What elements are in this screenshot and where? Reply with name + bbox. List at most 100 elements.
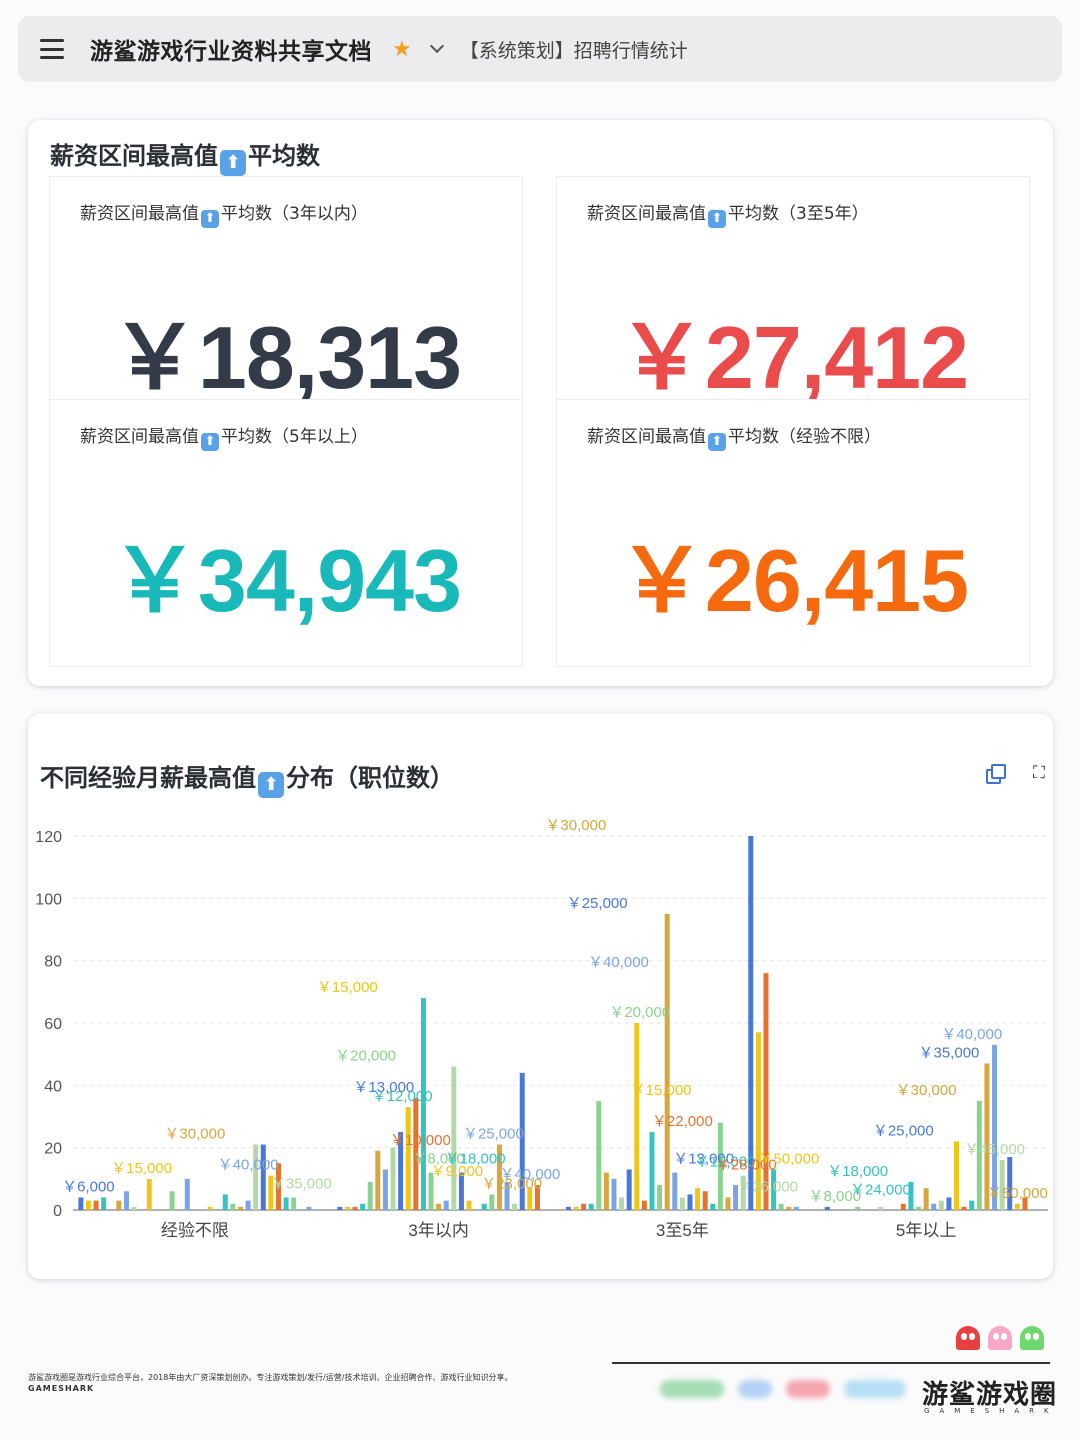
data-label: ￥40,000: [499, 1166, 560, 1183]
data-label: ￥12,000: [372, 1088, 433, 1105]
bar: [116, 1200, 122, 1210]
up-arrow-icon: ⬆: [201, 210, 219, 228]
bar: [763, 973, 769, 1210]
y-tick-label: 0: [53, 1203, 62, 1220]
bar: [283, 1197, 289, 1210]
bar: [664, 913, 670, 1210]
bar: [961, 1206, 967, 1210]
y-tick-label: 20: [44, 1141, 62, 1158]
kpi-label: 薪资区间最高值 ⬆ 平均数（3年以内）: [80, 204, 368, 228]
bar: [146, 1178, 152, 1210]
footer-divider: [612, 1362, 1050, 1364]
bar: [710, 1203, 716, 1210]
bar: [78, 1197, 84, 1210]
kpi-label: 薪资区间最高值 ⬆ 平均数（经验不限）: [587, 427, 881, 451]
bar: [85, 1200, 91, 1210]
data-label: ￥18,000: [827, 1163, 888, 1180]
bar: [436, 1203, 442, 1210]
hamburger-menu-icon[interactable]: [40, 39, 64, 59]
y-tick-label: 100: [35, 891, 62, 908]
data-label: ￥24,000: [850, 1182, 911, 1199]
data-label: ￥40,000: [218, 1157, 279, 1174]
partner-logo: [844, 1380, 906, 1398]
kpi-title-suffix: 平均数: [248, 142, 320, 170]
kpi-value: ￥26,415: [617, 531, 969, 630]
up-arrow-icon: ⬆: [708, 433, 726, 451]
data-label: ￥40,000: [941, 1026, 1002, 1043]
data-label: ￥50,000: [758, 1150, 819, 1167]
data-label: ￥15,000: [111, 1160, 172, 1177]
brand-logo: 游鲨游戏圈: [922, 1380, 1058, 1410]
data-label: ￥10,000: [390, 1132, 451, 1149]
bar: [641, 1200, 647, 1210]
data-label: ￥20,000: [335, 1048, 396, 1065]
ghost-mascots: [956, 1326, 1044, 1350]
bar: [900, 1203, 906, 1210]
data-label: ￥30,000: [164, 1126, 225, 1143]
partner-logo: [660, 1380, 724, 1398]
bar: [390, 1147, 396, 1210]
data-label: ￥35,000: [919, 1045, 980, 1062]
data-label: ￥45,000: [964, 1141, 1025, 1158]
x-category-label: 5年以上: [896, 1221, 956, 1240]
bar: [565, 1206, 571, 1210]
bar: [230, 1203, 236, 1210]
kpi-panel-title: 薪资区间最高值 ⬆ 平均数: [50, 136, 320, 176]
ghost-icon: [1020, 1326, 1044, 1350]
bar: [778, 1203, 784, 1210]
kpi-card-over-5-years: 薪资区间最高值 ⬆ 平均数（5年以上） ￥34,943: [49, 399, 523, 667]
kpi-value: ￥34,943: [110, 531, 462, 630]
bar: [306, 1206, 312, 1210]
bar: [260, 1144, 266, 1210]
bar: [253, 1144, 259, 1210]
bar: [337, 1206, 343, 1210]
up-arrow-icon: ⬆: [201, 433, 219, 451]
kpi-value: ￥27,412: [617, 308, 969, 407]
star-favorite-icon[interactable]: ★: [392, 37, 412, 62]
kpi-title-text: 薪资区间最高值: [50, 142, 218, 170]
bar: [878, 1206, 884, 1210]
bar: [489, 1194, 495, 1210]
partner-logo: [786, 1380, 830, 1398]
chevron-down-icon[interactable]: [429, 38, 444, 54]
bar: [855, 1206, 861, 1210]
bar: [931, 1203, 937, 1210]
bar: [626, 1169, 632, 1210]
top-bar: 游鲨游戏行业资料共享文档 ★ 【系统策划】招聘行情统计: [18, 16, 1062, 82]
bar: [946, 1197, 952, 1210]
bar: [969, 1200, 975, 1210]
bar-chart: 0 20 40 60 80 100 120 经验不限 3年以内 3至5年 5年以上 ￥6,000 ￥15…: [35, 817, 1048, 1240]
footer-description-text: 游鲨游戏圈是游戏行业综合平台，2018年由大厂资深策划创办。专注游戏策划/发行/…: [28, 1373, 513, 1382]
breadcrumb[interactable]: 【系统策划】招聘行情统计: [460, 36, 688, 63]
bar: [512, 1203, 518, 1210]
data-label: ￥30,000: [545, 817, 606, 834]
bar: [679, 1197, 685, 1210]
bar: [634, 1023, 640, 1210]
bar: [581, 1203, 587, 1210]
data-label: ￥15,000: [317, 979, 378, 996]
data-label: ￥40,000: [588, 954, 649, 971]
bar: [344, 1206, 350, 1210]
bar: [916, 1206, 922, 1210]
bar: [451, 1066, 457, 1210]
data-label: ￥26,000: [737, 1179, 798, 1196]
bar: [352, 1206, 358, 1210]
footer-description: 游鲨游戏圈是游戏行业综合平台，2018年由大厂资深策划创办。专注游戏策划/发行/…: [28, 1372, 512, 1394]
bar: [695, 1188, 701, 1210]
bar: [184, 1178, 190, 1210]
bar: [687, 1194, 693, 1210]
bar: [93, 1200, 99, 1210]
footer-brand-small: GAMESHARK: [28, 1384, 95, 1393]
partner-logos: [660, 1380, 906, 1398]
bar: [954, 1141, 960, 1210]
ghost-icon: [988, 1326, 1012, 1350]
data-label: ￥25,000: [463, 1126, 524, 1143]
y-tick-label: 60: [44, 1016, 62, 1033]
bar: [382, 1169, 388, 1210]
bar: [207, 1206, 213, 1210]
bar: [619, 1197, 625, 1210]
x-category-label: 3至5年: [656, 1221, 709, 1240]
salary-kpi-panel: 薪资区间最高值 ⬆ 平均数 薪资区间最高值 ⬆ 平均数（3年以内） ￥18,313 薪资…: [28, 120, 1053, 686]
ghost-icon: [956, 1326, 980, 1350]
kpi-card-no-experience-limit: 薪资区间最高值 ⬆ 平均数（经验不限） ￥26,415: [556, 399, 1030, 667]
